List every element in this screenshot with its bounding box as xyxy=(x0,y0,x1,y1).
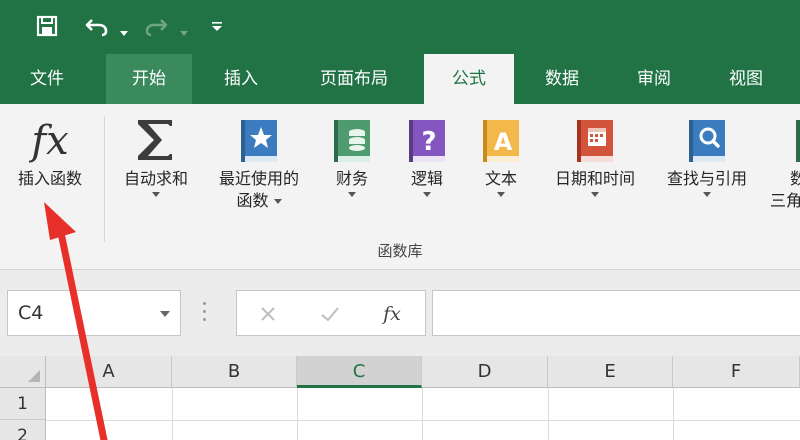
date-time-dropdown-icon[interactable] xyxy=(591,192,599,197)
name-box-value: C4 xyxy=(18,302,44,324)
financial-label: 财务 xyxy=(335,169,368,188)
text-button[interactable]: A 文本 xyxy=(468,110,534,197)
text-dropdown-icon[interactable] xyxy=(497,192,505,197)
ribbon-tabs: 文件 开始 插入 页面布局 公式 数据 审阅 视图 xyxy=(0,54,800,104)
logical-button[interactable]: ? 逻辑 xyxy=(394,110,460,197)
ribbon-divider xyxy=(104,116,105,242)
formula-buttons: fx xyxy=(236,290,426,336)
book-coins-icon xyxy=(334,120,370,162)
tab-insert[interactable]: 插入 xyxy=(198,54,284,104)
undo-dropdown-icon[interactable] xyxy=(120,22,128,36)
logical-dropdown-icon[interactable] xyxy=(423,192,431,197)
column-header-f[interactable]: F xyxy=(673,356,800,388)
row-header-2[interactable]: 2 xyxy=(0,420,46,440)
customize-qat-icon[interactable] xyxy=(206,8,228,44)
autosum-dropdown-icon[interactable] xyxy=(152,192,160,197)
formula-bar-grip[interactable] xyxy=(203,302,207,326)
date-time-button[interactable]: 日期和时间 xyxy=(540,110,650,197)
cancel-icon[interactable] xyxy=(253,299,283,329)
function-library-group-label: 函数库 xyxy=(377,242,423,260)
book-question-icon: ? xyxy=(409,120,445,162)
math-trig-button[interactable]: 数 三角 xyxy=(766,110,800,212)
formula-bar: C4 fx xyxy=(0,270,800,356)
svg-text:A: A xyxy=(494,128,513,156)
math-trig-label-2: 三角 xyxy=(770,191,800,210)
fx-label: fx xyxy=(383,303,401,325)
tab-data[interactable]: 数据 xyxy=(520,54,604,104)
column-divider xyxy=(548,388,549,440)
name-box[interactable]: C4 xyxy=(7,290,181,336)
recently-used-label-2: 函数 xyxy=(204,190,314,212)
formula-input[interactable] xyxy=(432,290,800,336)
book-math-icon xyxy=(796,120,800,162)
column-header-a[interactable]: A xyxy=(46,356,172,388)
column-divider xyxy=(422,388,423,440)
select-all-corner[interactable] xyxy=(0,356,46,388)
svg-text:?: ? xyxy=(421,127,436,157)
tab-home[interactable]: 开始 xyxy=(106,54,192,104)
column-header-b[interactable]: B xyxy=(172,356,297,388)
column-divider xyxy=(673,388,674,440)
insert-function-label: 插入函数 xyxy=(17,169,82,188)
recently-used-dropdown-icon[interactable] xyxy=(273,199,282,204)
logical-label: 逻辑 xyxy=(410,169,443,188)
redo-dropdown-icon[interactable] xyxy=(180,22,188,36)
insert-function-fx-icon[interactable]: fx xyxy=(377,299,407,329)
lookup-reference-dropdown-icon[interactable] xyxy=(703,192,711,197)
financial-dropdown-icon[interactable] xyxy=(348,192,356,197)
tab-file[interactable]: 文件 xyxy=(10,54,84,104)
tab-page-layout[interactable]: 页面布局 xyxy=(296,54,412,104)
worksheet-grid: A B C D E F 1 2 xyxy=(0,356,800,440)
ribbon-formulas: fx 插入函数 自动求和 最近使用的 函数 财务 ? 逻辑 A 文本 日期和时间… xyxy=(0,104,800,270)
autosum-button[interactable]: 自动求和 xyxy=(112,110,200,197)
math-trig-label-1: 数 xyxy=(790,169,800,188)
column-header-e[interactable]: E xyxy=(548,356,673,388)
date-time-label: 日期和时间 xyxy=(554,169,635,188)
row-header-1[interactable]: 1 xyxy=(0,388,46,420)
insert-function-button[interactable]: fx 插入函数 xyxy=(2,110,98,190)
lookup-reference-label: 查找与引用 xyxy=(666,169,747,188)
sigma-icon xyxy=(138,120,172,160)
column-header-d[interactable]: D xyxy=(422,356,548,388)
tab-view[interactable]: 视图 xyxy=(704,54,788,104)
book-text-icon: A xyxy=(483,120,519,162)
recently-used-label-1: 最近使用的 xyxy=(218,169,299,188)
save-icon[interactable] xyxy=(30,8,64,44)
book-search-icon xyxy=(689,120,725,162)
svg-text:fx: fx xyxy=(28,118,68,164)
tab-formulas[interactable]: 公式 xyxy=(424,54,514,104)
undo-icon[interactable] xyxy=(80,8,114,44)
column-divider xyxy=(297,388,298,440)
function-fx-icon: fx xyxy=(28,118,68,164)
row-divider xyxy=(46,420,800,421)
tab-review[interactable]: 审阅 xyxy=(612,54,696,104)
column-header-c[interactable]: C xyxy=(297,356,422,388)
text-label: 文本 xyxy=(484,169,517,188)
book-star-icon xyxy=(241,120,277,162)
column-divider xyxy=(172,388,173,440)
financial-button[interactable]: 财务 xyxy=(320,110,384,197)
book-calendar-icon xyxy=(577,120,613,162)
lookup-reference-button[interactable]: 查找与引用 xyxy=(652,110,762,197)
enter-check-icon[interactable] xyxy=(315,299,345,329)
recently-used-label-2-text: 函数 xyxy=(236,191,269,210)
recently-used-button[interactable]: 最近使用的 函数 xyxy=(204,110,314,212)
redo-icon[interactable] xyxy=(142,8,172,44)
quick-access-toolbar xyxy=(0,0,800,54)
name-box-dropdown-icon[interactable] xyxy=(160,311,170,317)
autosum-label: 自动求和 xyxy=(123,169,188,188)
